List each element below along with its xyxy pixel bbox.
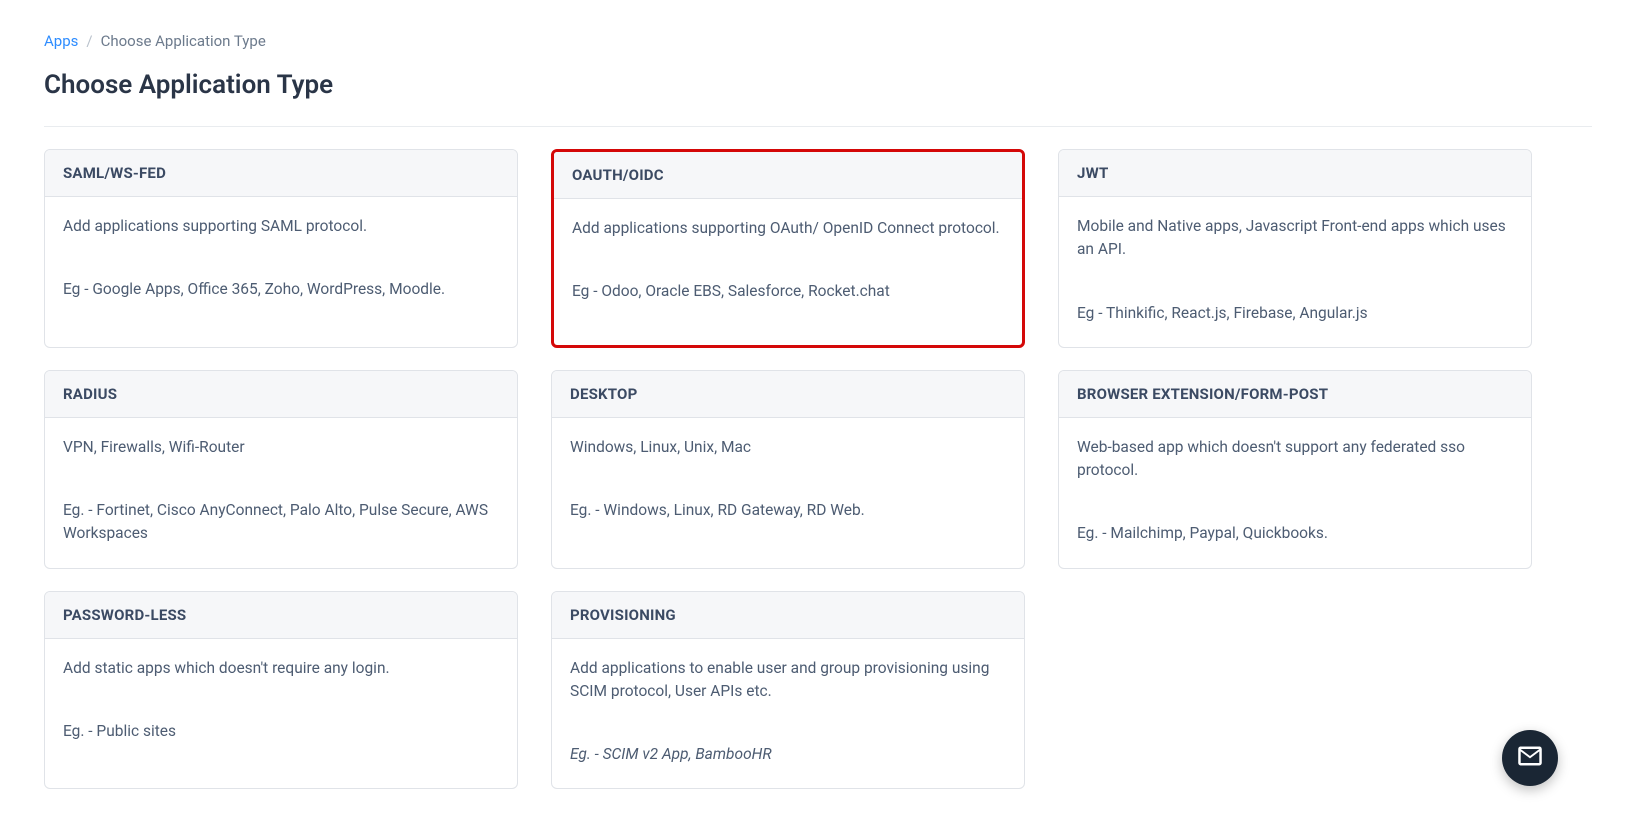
card-description: Mobile and Native apps, Javascript Front… [1077,215,1513,262]
card-example: Eg. - Public sites [63,720,499,743]
page-title: Choose Application Type [44,70,1592,126]
breadcrumb-current: Choose Application Type [101,32,266,50]
card-title: PASSWORD-LESS [45,592,517,639]
card-description: Add applications supporting SAML protoco… [63,215,499,238]
card-radius[interactable]: RADIUS VPN, Firewalls, Wifi-Router Eg. -… [44,370,518,569]
card-browser-extension-form-post[interactable]: BROWSER EXTENSION/FORM-POST Web-based ap… [1058,370,1532,569]
application-type-grid: SAML/WS-FED Add applications supporting … [44,149,1592,789]
card-example: Eg - Thinkific, React.js, Firebase, Angu… [1077,302,1513,325]
card-example: Eg. - Mailchimp, Paypal, Quickbooks. [1077,522,1513,545]
breadcrumb-separator: / [86,32,92,50]
chat-icon [1516,742,1544,774]
card-description: Web-based app which doesn't support any … [1077,436,1513,483]
card-title: RADIUS [45,371,517,418]
card-description: Add applications supporting OAuth/ OpenI… [572,217,1004,240]
card-title: SAML/WS-FED [45,150,517,197]
chat-button[interactable] [1502,730,1558,786]
breadcrumb: Apps / Choose Application Type [44,0,1592,70]
card-example: Eg. - SCIM v2 App, BambooHR [570,743,1006,766]
card-example: Eg - Odoo, Oracle EBS, Salesforce, Rocke… [572,280,1004,303]
card-description: Add static apps which doesn't require an… [63,657,499,680]
divider [44,126,1592,127]
card-oauth-oidc[interactable]: OAUTH/OIDC Add applications supporting O… [551,149,1025,348]
card-description: Add applications to enable user and grou… [570,657,1006,704]
card-example: Eg - Google Apps, Office 365, Zoho, Word… [63,278,499,301]
breadcrumb-link-apps[interactable]: Apps [44,32,78,50]
card-provisioning[interactable]: PROVISIONING Add applications to enable … [551,591,1025,790]
card-description: Windows, Linux, Unix, Mac [570,436,1006,459]
card-title: OAUTH/OIDC [554,152,1022,199]
card-password-less[interactable]: PASSWORD-LESS Add static apps which does… [44,591,518,790]
card-title: DESKTOP [552,371,1024,418]
card-description: VPN, Firewalls, Wifi-Router [63,436,499,459]
card-example: Eg. - Windows, Linux, RD Gateway, RD Web… [570,499,1006,522]
card-title: JWT [1059,150,1531,197]
card-desktop[interactable]: DESKTOP Windows, Linux, Unix, Mac Eg. - … [551,370,1025,569]
card-title: PROVISIONING [552,592,1024,639]
card-example: Eg. - Fortinet, Cisco AnyConnect, Palo A… [63,499,499,546]
card-title: BROWSER EXTENSION/FORM-POST [1059,371,1531,418]
card-jwt[interactable]: JWT Mobile and Native apps, Javascript F… [1058,149,1532,348]
card-saml-ws-fed[interactable]: SAML/WS-FED Add applications supporting … [44,149,518,348]
